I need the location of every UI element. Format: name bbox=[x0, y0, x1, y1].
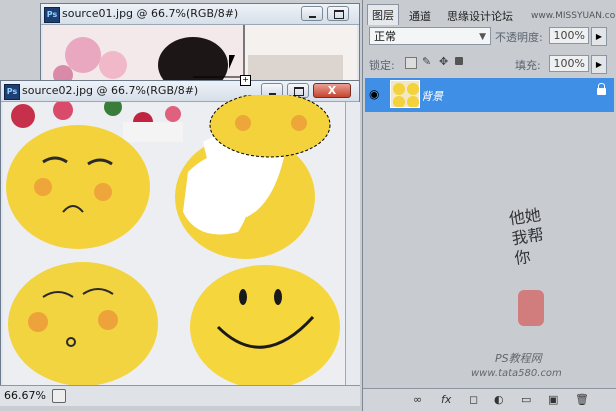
source01-image bbox=[43, 25, 357, 83]
move-cursor-icon bbox=[229, 55, 235, 69]
plus-cursor-icon: + bbox=[240, 75, 251, 86]
folder-icon[interactable]: ▭ bbox=[521, 393, 531, 406]
watermark-text: PS教程网 bbox=[495, 352, 542, 365]
zoom-level[interactable]: 66.67% bbox=[4, 389, 46, 402]
lock-icon[interactable] bbox=[455, 57, 463, 65]
watermark-site: www.MISSYUAN.com bbox=[531, 11, 616, 21]
status-info-icon[interactable] bbox=[52, 389, 66, 403]
move-icon[interactable]: ✥ bbox=[439, 55, 448, 68]
layers-panel: 图层 通道 思缘设计论坛 www.MISSYUAN.com 正常 ▼ 不透明度:… bbox=[362, 0, 616, 411]
opacity-input[interactable]: 100% bbox=[549, 27, 589, 44]
minimize-button[interactable] bbox=[301, 6, 323, 21]
mask-icon[interactable]: ◻ bbox=[469, 393, 478, 406]
chevron-down-icon: ▼ bbox=[479, 32, 486, 42]
trash-icon[interactable]: 🗑 bbox=[575, 393, 589, 406]
new-layer-icon[interactable]: ▣ bbox=[548, 393, 558, 406]
fill-dropdown[interactable]: ▶ bbox=[591, 55, 607, 74]
brush-icon[interactable]: ✎ bbox=[422, 55, 431, 68]
panel-tabs: 图层 通道 思缘设计论坛 www.MISSYUAN.com bbox=[363, 3, 616, 26]
link-icon[interactable]: ∞ bbox=[413, 393, 422, 406]
status-bar: 66.67% bbox=[0, 385, 360, 406]
fill-input[interactable]: 100% bbox=[549, 55, 589, 72]
fx-icon[interactable]: fx bbox=[441, 393, 451, 406]
window-title: source01.jpg @ 66.7%(RGB/8#) bbox=[62, 7, 239, 20]
layer-thumbnail bbox=[390, 80, 420, 108]
maximize-button[interactable] bbox=[327, 6, 349, 21]
window-title: source02.jpg @ 66.7%(RGB/8#) bbox=[22, 84, 199, 97]
photoshop-icon: Ps bbox=[44, 7, 60, 23]
document-canvas[interactable] bbox=[43, 25, 357, 83]
lock-transparent-icon[interactable] bbox=[405, 57, 417, 69]
layer-row[interactable]: ◉ 背景 bbox=[365, 78, 614, 112]
calligraphy-art: 他她 我帮你 bbox=[507, 205, 545, 268]
opacity-label: 不透明度: bbox=[495, 31, 543, 44]
eye-icon[interactable]: ◉ bbox=[369, 87, 379, 101]
layer-name[interactable]: 背景 bbox=[421, 88, 443, 104]
red-seal bbox=[518, 290, 544, 326]
document-window-source01[interactable]: Ps source01.jpg @ 66.7%(RGB/8#) bbox=[40, 3, 360, 85]
photoshop-icon: Ps bbox=[4, 84, 20, 100]
lock-label: 锁定: bbox=[369, 59, 395, 72]
panel-bottom-bar: ∞ fx ◻ ◐ ▭ ▣ 🗑 bbox=[363, 388, 616, 411]
selection-marquee bbox=[209, 95, 331, 158]
vertical-scrollbar[interactable] bbox=[345, 102, 360, 385]
tab-layers[interactable]: 图层 bbox=[367, 4, 399, 25]
watermark-url: www.tata580.com bbox=[471, 368, 562, 379]
blend-mode-select[interactable]: 正常 ▼ bbox=[369, 27, 491, 45]
opacity-dropdown[interactable]: ▶ bbox=[591, 27, 607, 46]
layer-lock-icon bbox=[597, 83, 606, 95]
window-titlebar[interactable]: Ps source01.jpg @ 66.7%(RGB/8#) bbox=[41, 4, 359, 25]
adjustment-icon[interactable]: ◐ bbox=[494, 393, 504, 406]
tab-channels[interactable]: 通道 bbox=[405, 6, 435, 26]
fill-label: 填充: bbox=[515, 59, 541, 72]
tab-forum[interactable]: 思缘设计论坛 bbox=[443, 6, 517, 26]
